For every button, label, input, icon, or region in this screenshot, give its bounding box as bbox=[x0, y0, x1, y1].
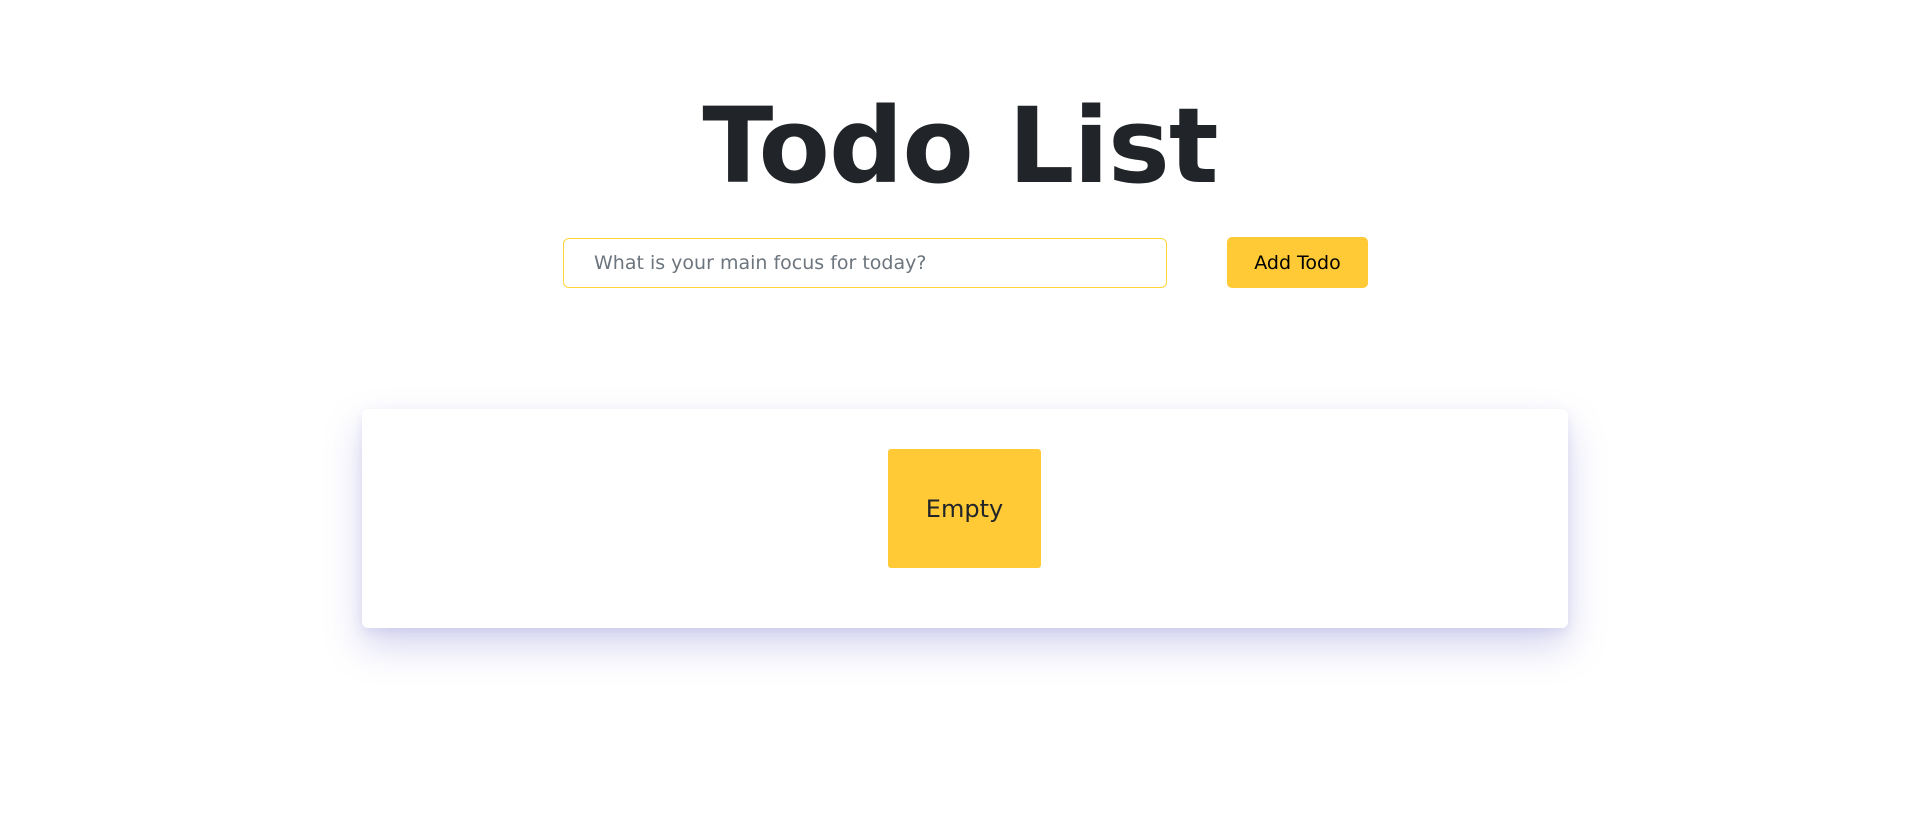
todo-input[interactable] bbox=[563, 238, 1167, 288]
todo-page: Todo List Add Todo Empty bbox=[0, 0, 1920, 816]
todo-list-card: Empty bbox=[362, 409, 1568, 628]
add-todo-button[interactable]: Add Todo bbox=[1227, 237, 1368, 288]
page-title: Todo List bbox=[702, 85, 1218, 207]
empty-state-badge: Empty bbox=[888, 449, 1041, 568]
